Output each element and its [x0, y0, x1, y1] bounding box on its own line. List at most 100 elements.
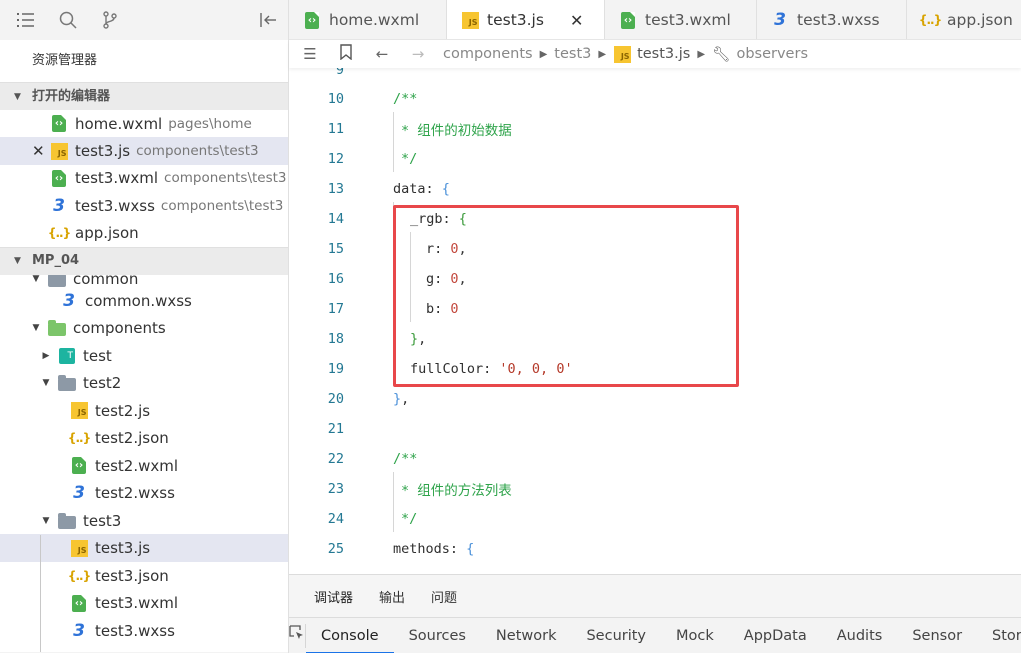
tree-folder-test[interactable]: ▶ T test: [0, 342, 288, 370]
open-editor-item[interactable]: ‹› home.wxml pages\home: [0, 110, 288, 137]
tree-label: test2.json: [95, 429, 169, 448]
file-path: components\test3: [160, 197, 284, 214]
tab-test3-js[interactable]: JS test3.js ✕: [447, 0, 605, 39]
file-name: home.wxml: [75, 114, 163, 133]
code-comment: /**: [393, 451, 418, 467]
tab-console[interactable]: Console: [306, 618, 394, 653]
wxss-file-icon: 3: [774, 10, 786, 30]
back-arrow-icon[interactable]: ←: [371, 45, 393, 63]
wxml-file-icon: ‹›: [70, 594, 88, 612]
search-icon[interactable]: [58, 10, 78, 30]
tree-label: common.wxss: [85, 291, 192, 310]
breadcrumb-item[interactable]: observers: [736, 46, 808, 62]
tree-file-test2-wxml[interactable]: ‹› test2.wxml: [0, 452, 288, 480]
tab-label: test3.js: [487, 11, 544, 29]
tab-network[interactable]: Network: [481, 618, 572, 653]
tab-debugger[interactable]: 调试器: [314, 587, 353, 606]
tree-file-test2-wxss[interactable]: 3 test2.wxss: [0, 479, 288, 507]
tree-file-test3-json[interactable]: {..} test3.json: [0, 562, 288, 590]
breadcrumb-item[interactable]: test3: [554, 46, 591, 62]
wxml-file-icon: ‹›: [50, 115, 68, 133]
tab-appdata[interactable]: AppData: [729, 618, 822, 653]
tree-file-test3-wxss[interactable]: 3 test3.wxss: [0, 617, 288, 645]
tree-folder-test2[interactable]: ▼ test2: [0, 369, 288, 397]
close-icon[interactable]: ✕: [570, 11, 583, 30]
wxml-file-icon: ‹›: [70, 457, 88, 475]
devtools-tab-bar: Console Sources Network Security Mock Ap…: [289, 617, 1021, 653]
indent-guide: [393, 472, 394, 532]
tab-test3-wxss[interactable]: 3 test3.wxss: [757, 0, 907, 39]
inspect-element-icon[interactable]: [289, 624, 306, 648]
open-editor-item[interactable]: 3 test3.wxss components\test3: [0, 192, 288, 219]
open-editor-item[interactable]: ‹› test3.wxml components\test3: [0, 165, 288, 192]
tree-label: test3.wxss: [95, 621, 175, 640]
tab-app-json[interactable]: {..} app.json: [907, 0, 1021, 39]
debugger-panel: 调试器 输出 问题 Console Sources Network Securi…: [289, 574, 1021, 653]
line-number: 12: [327, 151, 344, 167]
line-number: 14: [327, 211, 344, 227]
open-editor-item-active[interactable]: ✕ JS test3.js components\test3: [0, 137, 288, 165]
code-comment: */: [401, 511, 418, 527]
open-editors-label: 打开的编辑器: [32, 88, 111, 104]
line-number: 20: [327, 391, 344, 407]
tree-file-common-wxss[interactable]: 3 common.wxss: [0, 287, 288, 315]
tree-label: components: [73, 319, 166, 338]
chevron-down-icon: ▼: [14, 256, 21, 267]
tab-sensor[interactable]: Sensor: [897, 618, 977, 653]
tab-mock[interactable]: Mock: [661, 618, 729, 653]
tree-label: test2: [83, 374, 122, 393]
breadcrumb-item[interactable]: components: [443, 46, 533, 62]
tree-label: test3.json: [95, 566, 169, 585]
open-editors-header[interactable]: ▼ 打开的编辑器: [0, 82, 288, 110]
close-icon[interactable]: ✕: [32, 142, 45, 160]
tree-folder-test3[interactable]: ▼ test3: [0, 507, 288, 535]
tab-test3-wxml[interactable]: ‹› test3.wxml: [605, 0, 757, 39]
tree-label: test: [83, 346, 112, 365]
tree-folder-components[interactable]: ▼ components: [0, 314, 288, 342]
highlight-annotation-box: [393, 205, 739, 387]
code-editor[interactable]: 9 10 /** 11 * 组件的初始数据 12 */ 13 data: { 1…: [289, 68, 1021, 574]
json-file-icon: {..}: [47, 226, 71, 241]
code-text: methods: {: [393, 541, 475, 557]
tab-home-wxml[interactable]: ‹› home.wxml: [289, 0, 447, 39]
line-number: 22: [327, 451, 344, 467]
code-comment: */: [401, 151, 418, 167]
chevron-right-icon: ▶: [598, 48, 607, 60]
chevron-down-icon: ▼: [42, 378, 50, 389]
tree-file-test3-js[interactable]: JS test3.js: [0, 534, 288, 562]
breadcrumb-item[interactable]: test3.js: [637, 46, 690, 62]
tab-audits[interactable]: Audits: [822, 618, 898, 653]
bookmark-icon[interactable]: [335, 44, 357, 64]
tree-folder-common[interactable]: ▼ common: [0, 274, 288, 288]
line-number: 23: [327, 481, 344, 497]
tree-file-test3-wxml[interactable]: ‹› test3.wxml: [0, 589, 288, 617]
code-line: 9: [289, 68, 1021, 85]
tree-label: test3.js: [95, 539, 151, 558]
open-editor-item[interactable]: {..} app.json: [0, 220, 288, 247]
collapse-sidebar-icon[interactable]: [258, 10, 278, 30]
project-header[interactable]: ▼ MP_04: [0, 246, 288, 275]
wxss-file-icon: 3: [73, 620, 85, 641]
tree-file-test2-json[interactable]: {..} test2.json: [0, 424, 288, 452]
folder-icon: [58, 374, 76, 392]
chevron-down-icon: ▼: [14, 91, 21, 102]
code-line: 25 methods: {: [289, 534, 1021, 564]
tab-output[interactable]: 输出: [379, 587, 405, 606]
code-line: 12 */: [289, 144, 1021, 174]
source-control-icon[interactable]: [100, 10, 120, 30]
line-number: 16: [327, 271, 344, 287]
project-name: MP_04: [32, 253, 80, 269]
tab-problems[interactable]: 问题: [431, 587, 457, 606]
tab-security[interactable]: Security: [571, 618, 661, 653]
folder-icon: [48, 319, 66, 337]
code-text: data: {: [393, 181, 450, 197]
tree-file-test2-js[interactable]: JS test2.js: [0, 397, 288, 425]
code-text: },: [393, 391, 410, 407]
tree-label: test2.wxss: [95, 484, 175, 503]
tab-label: test3.wxml: [645, 11, 731, 29]
list-icon[interactable]: ☰: [299, 45, 321, 63]
tab-storage[interactable]: Stora: [977, 618, 1021, 653]
forward-arrow-icon[interactable]: →: [407, 45, 429, 63]
menu-icon[interactable]: [16, 10, 36, 30]
tab-sources[interactable]: Sources: [394, 618, 481, 653]
